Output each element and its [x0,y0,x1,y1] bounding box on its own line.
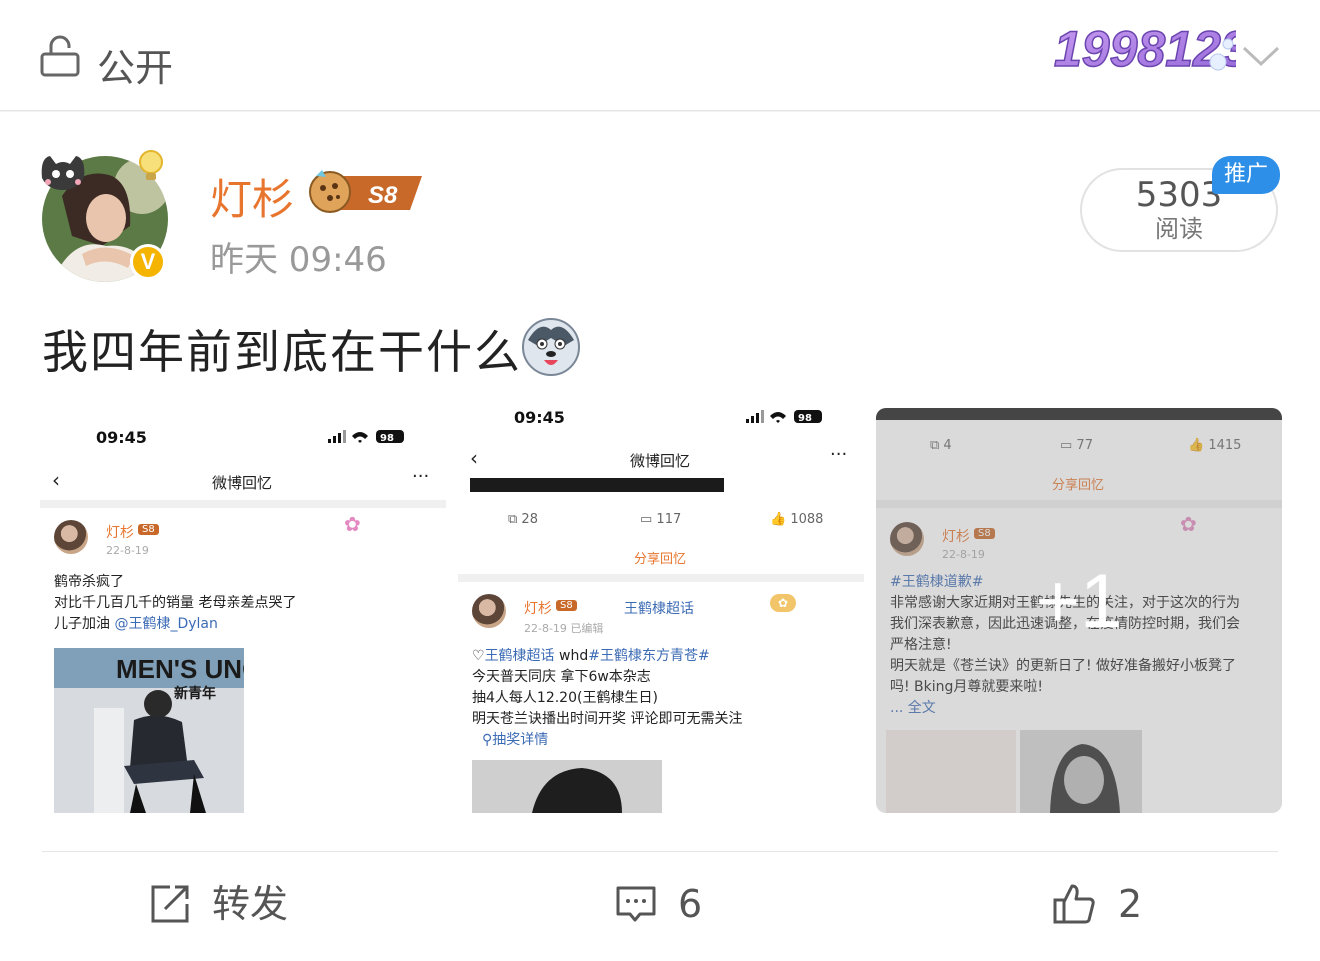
mini-author: 灯杉 [524,601,552,617]
mini-line-2: 今天普天同庆 拿下6w本杂志 [472,669,651,685]
mini-date: 22-8-19 已编辑 [524,622,604,635]
mini-line-3: 儿子加油 @王鹤棣_Dylan [54,616,218,632]
skin-text: 19981230 [1054,21,1236,77]
magazine-cover-image: MEN'S UNO 新青年 [54,648,244,813]
prev-image-strip [470,478,724,492]
mini-line-1: ♡王鹤棣超话 whd#王鹤棣东方青苍# [472,648,710,664]
status-icons: 98 [328,430,404,444]
mini-topic[interactable]: 王鹤棣超话 [624,598,694,618]
mini-line-4: 明天苍兰诀播出时间开奖 评论即可无需关注 [472,711,743,727]
nav-title: 微博回忆 [212,474,273,492]
level-badge: S8 [309,170,422,213]
back-icon: ‹ [470,446,478,470]
level-badge-text: S8 [368,182,398,209]
mini-likes: 👍 1088 [770,512,824,527]
mini-avatar [472,594,506,628]
comment-icon [616,886,656,922]
battery-level: 98 [380,433,394,444]
post-image-1[interactable]: 09:45 98 ‹ 微博回忆 ··· 灯杉 S8 22-8-19 ✿ 鹤帝杀疯… [40,408,446,813]
battery-level: 98 [798,413,812,424]
status-icons: 98 [746,410,822,424]
nav-title: 微博回忆 [630,452,691,470]
post-text: 我四年前到底在干什么 [42,325,522,379]
husky-emoji-icon [522,318,580,376]
mini-skin: ✿ [770,594,797,612]
post-image-2[interactable]: 09:45 98 ‹ 微博回忆 ··· ⧉ 28 ▭ 117 👍 1088 分享… [458,408,864,813]
forward-icon [151,885,189,923]
post-image-3[interactable]: ⧉ 4 ▭ 77 👍 1415 分享回忆 灯杉 S8 22-8-19 ✿ #王鹤… [876,408,1282,813]
lock-open-icon [40,35,80,77]
author-name[interactable]: 灯杉 [210,166,294,227]
visibility-bar[interactable]: 公开 19981230 [0,0,1320,111]
more-images-count: +1 [1035,559,1123,644]
mini-line-3: 抽4人每人12.20(王鹤棣生日) [472,690,658,706]
thumbs-up-icon [1053,884,1095,924]
post-time: 昨天 09:46 [210,240,387,280]
card-skin-sticker: 19981230 [1053,20,1236,78]
action-bar: 转发 6 2 [42,851,1278,961]
mini-line-2: 对比千几百几千的销量 老母亲差点哭了 [54,595,297,611]
read-label: 阅读 [1155,215,1203,243]
mini-share: 分享回忆 [634,552,687,567]
mini-date: 22-8-19 [106,544,149,557]
cat-pendant-icon [41,156,85,190]
mini-mention[interactable]: @王鹤棣_Dylan [114,616,217,632]
magazine-word: 新青年 [174,685,216,702]
chevron-down-icon[interactable] [1240,40,1282,70]
mini-comments: ▭ 117 [640,512,682,527]
mini-line-1: 鹤帝杀疯了 [54,574,124,590]
status-time: 09:45 [96,428,147,447]
status-time: 09:45 [514,408,565,427]
mini-level: S8 [556,600,577,611]
mini-level: S8 [138,524,159,535]
back-icon: ‹ [52,468,60,492]
more-icon: ··· [830,444,848,465]
mini-repost: ⧉ 28 [508,512,538,527]
mini-photo [472,760,662,813]
forward-label: 转发 [212,882,289,926]
magazine-title: MEN'S UNO [116,654,244,684]
promote-badge[interactable]: 推广 [1212,156,1280,194]
mini-author: 灯杉 [106,525,134,541]
author-avatar[interactable]: V [36,148,176,288]
mini-avatar [54,520,88,554]
like-count: 2 [1118,882,1143,926]
visibility-label: 公开 [97,46,174,90]
mini-skin: ✿ [344,512,361,536]
more-icon: ··· [412,466,430,487]
verified-v-icon: V [130,244,166,280]
comment-count: 6 [678,882,703,926]
mini-lottery-link[interactable]: ⚲抽奖详情 [482,730,548,751]
post-card: V 灯杉 S8 昨天 09:46 5303 阅读 推广 我四年前到底在干什么 0… [0,112,1320,961]
lightbulb-pendant-icon [139,150,163,180]
